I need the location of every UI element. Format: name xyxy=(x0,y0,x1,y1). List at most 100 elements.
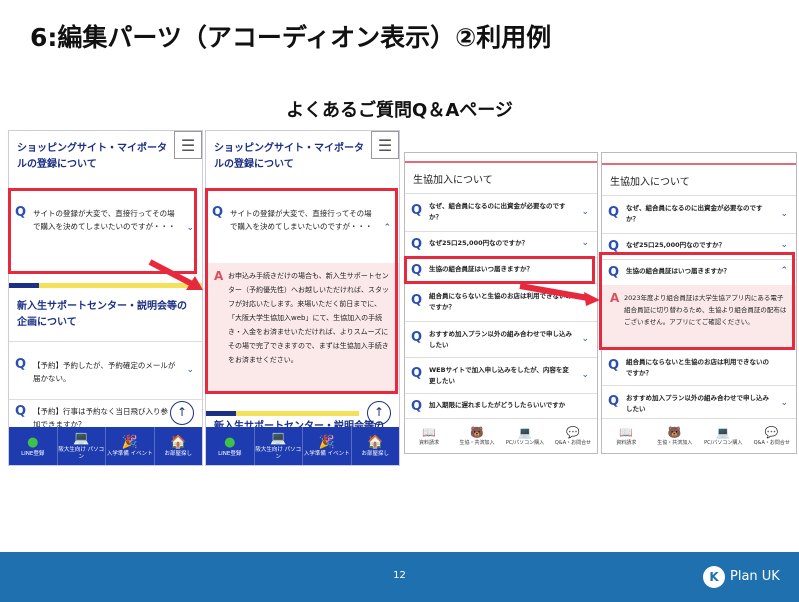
nav-label: LINE登録 xyxy=(21,450,45,457)
laptop-icon: 💻 xyxy=(716,425,731,439)
bottom-nav: ● LINE登録 💻 阪大生向け パソコン 🎉 入学準備 イベント 🏠 お部屋探し xyxy=(206,427,399,465)
faq-question: 加入期限に遅れましたがどうしたらいいですか xyxy=(429,401,566,409)
nav-line[interactable]: ● LINE登録 xyxy=(9,427,58,465)
book-icon: 📖 xyxy=(422,425,436,439)
house-icon: 🏠 xyxy=(170,434,187,450)
faq-item[interactable]: Q WEBサイトで加入申し込みをしたが、内容を変更したい ⌄ xyxy=(405,359,597,393)
divider xyxy=(602,233,796,234)
faq-question: 組合員にならないと生協のお店は利用できないのですか？ xyxy=(626,358,769,377)
nav-pc[interactable]: 💻 阪大生向け パソコン xyxy=(58,427,106,465)
nav-event[interactable]: 🎉 入学準備 イベント xyxy=(106,427,155,465)
q-icon: Q xyxy=(411,293,423,308)
nav-label: 阪大生向け パソコン xyxy=(58,447,105,460)
chevron-down-icon[interactable]: ⌄ xyxy=(780,209,788,219)
nav-pc[interactable]: 💻 PC/パソコン購入 xyxy=(699,419,748,453)
chevron-down-icon[interactable]: ⌄ xyxy=(780,240,788,250)
page-number: 12 xyxy=(393,570,406,581)
party-icon: 🎉 xyxy=(318,434,335,450)
faq-question: 組合員にならないと生協のお店は利用できないのですか？ xyxy=(429,292,572,311)
faq-item[interactable]: Q 組合員にならないと生協のお店は利用できないのですか？ xyxy=(602,351,796,385)
bear-icon: 🐻 xyxy=(470,425,484,439)
nav-join[interactable]: 🐻 生協・共済加入 xyxy=(651,419,700,453)
section-title: ショッピングサイト・マイポータルの登録について xyxy=(214,143,364,170)
book-icon: 📖 xyxy=(619,425,634,439)
faq-item[interactable]: Q おすすめ加入プラン以外の組み合わせで申し込みしたい ⌄ xyxy=(602,387,796,421)
divider xyxy=(405,321,597,322)
nav-pc[interactable]: 💻 PC/パソコン購入 xyxy=(501,419,549,453)
chevron-down-icon[interactable]: ⌄ xyxy=(581,207,589,217)
laptop-icon: 💻 xyxy=(270,431,287,446)
faq-item[interactable]: Q 組合員にならないと生協のお店は利用できないのですか？ xyxy=(405,285,597,321)
laptop-icon: 💻 xyxy=(73,431,90,446)
chat-icon: 💬 xyxy=(764,425,779,439)
nav-event[interactable]: 🎉 入学準備 イベント xyxy=(303,427,352,465)
chevron-down-icon[interactable]: ⌄ xyxy=(581,334,589,344)
faq-item[interactable]: Q なぜ、組合員になるのに出資金が必要なのですか？ ⌄ xyxy=(405,195,597,231)
logo-text: Plan UK xyxy=(730,569,780,584)
q-icon: Q xyxy=(15,404,27,419)
faq-question: なぜ25口25,000円なのですか？ xyxy=(626,241,726,249)
q-icon: Q xyxy=(411,237,423,252)
nav-qa[interactable]: 💬 Q&A・お問合せ xyxy=(748,419,797,453)
slide-subtitle: よくあるご質問Q＆Aページ xyxy=(286,100,513,121)
section-title: ショッピングサイト・マイポータルの登録について xyxy=(17,143,167,170)
hamburger-menu-icon[interactable]: ☰ xyxy=(174,131,202,159)
section-title: 新入生サポートセンター・説明会等の企画について xyxy=(17,301,187,328)
q-icon: Q xyxy=(411,203,423,218)
nav-room[interactable]: 🏠 お部屋探し xyxy=(352,427,400,465)
nav-qa[interactable]: 💬 Q&A・お問合せ xyxy=(549,419,597,453)
faq-item[interactable]: Q 【予約】予約したが、予約確定のメールが届かない。 ⌄ xyxy=(9,349,202,399)
faq-item[interactable]: Q なぜ、組合員になるのに出資金が必要なのですか？ ⌄ xyxy=(602,197,796,233)
chevron-down-icon[interactable]: ⌄ xyxy=(780,398,788,408)
divider xyxy=(405,357,597,358)
faq-question: 【予約】予約したが、予約確定のメールが届かない。 xyxy=(33,361,176,383)
faq-item[interactable]: Q おすすめ加入プラン以外の組み合わせで申し込みしたい ⌄ xyxy=(405,323,597,357)
house-icon: 🏠 xyxy=(367,434,384,450)
party-icon: 🎉 xyxy=(121,434,138,450)
nav-line[interactable]: ● LINE登録 xyxy=(206,427,255,465)
nav-label: 生協・共済加入 xyxy=(459,439,495,446)
scroll-to-top-button[interactable]: ↑ xyxy=(170,401,194,425)
nav-request[interactable]: 📖 資料請求 xyxy=(405,419,453,453)
nav-room[interactable]: 🏠 お部屋探し xyxy=(155,427,203,465)
chevron-down-icon[interactable]: ⌄ xyxy=(581,370,589,380)
divider xyxy=(405,393,597,394)
nav-label: 資料請求 xyxy=(616,439,637,446)
phone-screenshot-3: 生協加入について Q なぜ、組合員になるのに出資金が必要なのですか？ ⌄ Q な… xyxy=(404,152,598,454)
q-icon: Q xyxy=(411,399,423,414)
nav-pc[interactable]: 💻 阪大生向け パソコン xyxy=(255,427,303,465)
faq-item[interactable]: Q なぜ25口25,000円なのですか？ ⌄ xyxy=(405,233,597,257)
q-icon: Q xyxy=(608,394,620,409)
q-icon: Q xyxy=(608,358,620,373)
highlight-box xyxy=(599,252,795,350)
nav-label: 生協・共済加入 xyxy=(657,439,693,446)
nav-label: 阪大生向け パソコン xyxy=(255,447,302,460)
nav-label: Q&A・お問合せ xyxy=(753,439,790,446)
phone-screenshot-1: ☰ ショッピングサイト・マイポータルの登録について Q サイトの登録が大変で、直… xyxy=(8,130,203,466)
nav-label: PC/パソコン購入 xyxy=(704,439,743,446)
nav-label: 入学準備 イベント xyxy=(106,450,153,457)
header-accent xyxy=(405,161,597,163)
section-title: 生協加入について xyxy=(413,175,493,186)
faq-question: おすすめ加入プラン以外の組み合わせで申し込みしたい xyxy=(429,330,572,349)
q-icon: Q xyxy=(411,366,423,381)
nav-label: Q&A・お問合せ xyxy=(554,439,592,446)
nav-label: PC/パソコン購入 xyxy=(505,439,545,446)
highlight-box xyxy=(404,256,595,284)
divider xyxy=(602,195,796,196)
highlight-box xyxy=(8,188,197,274)
nav-label: 入学準備 イベント xyxy=(303,450,350,457)
nav-join[interactable]: 🐻 生協・共済加入 xyxy=(453,419,501,453)
nav-request[interactable]: 📖 資料請求 xyxy=(602,419,651,453)
hamburger-menu-icon[interactable]: ☰ xyxy=(371,131,399,159)
faq-item[interactable]: Q 加入期限に遅れましたがどうしたらいいですか xyxy=(405,395,597,419)
bear-icon: 🐻 xyxy=(667,425,682,439)
chevron-down-icon[interactable]: ⌄ xyxy=(581,238,589,248)
chat-icon: 💬 xyxy=(566,425,580,439)
divider-accent xyxy=(9,283,39,288)
q-icon: Q xyxy=(608,205,620,220)
chevron-down-icon[interactable]: ⌄ xyxy=(186,365,194,375)
faq-question: なぜ、組合員になるのに出資金が必要なのですか？ xyxy=(626,204,763,223)
divider xyxy=(602,385,796,386)
divider xyxy=(405,193,597,194)
